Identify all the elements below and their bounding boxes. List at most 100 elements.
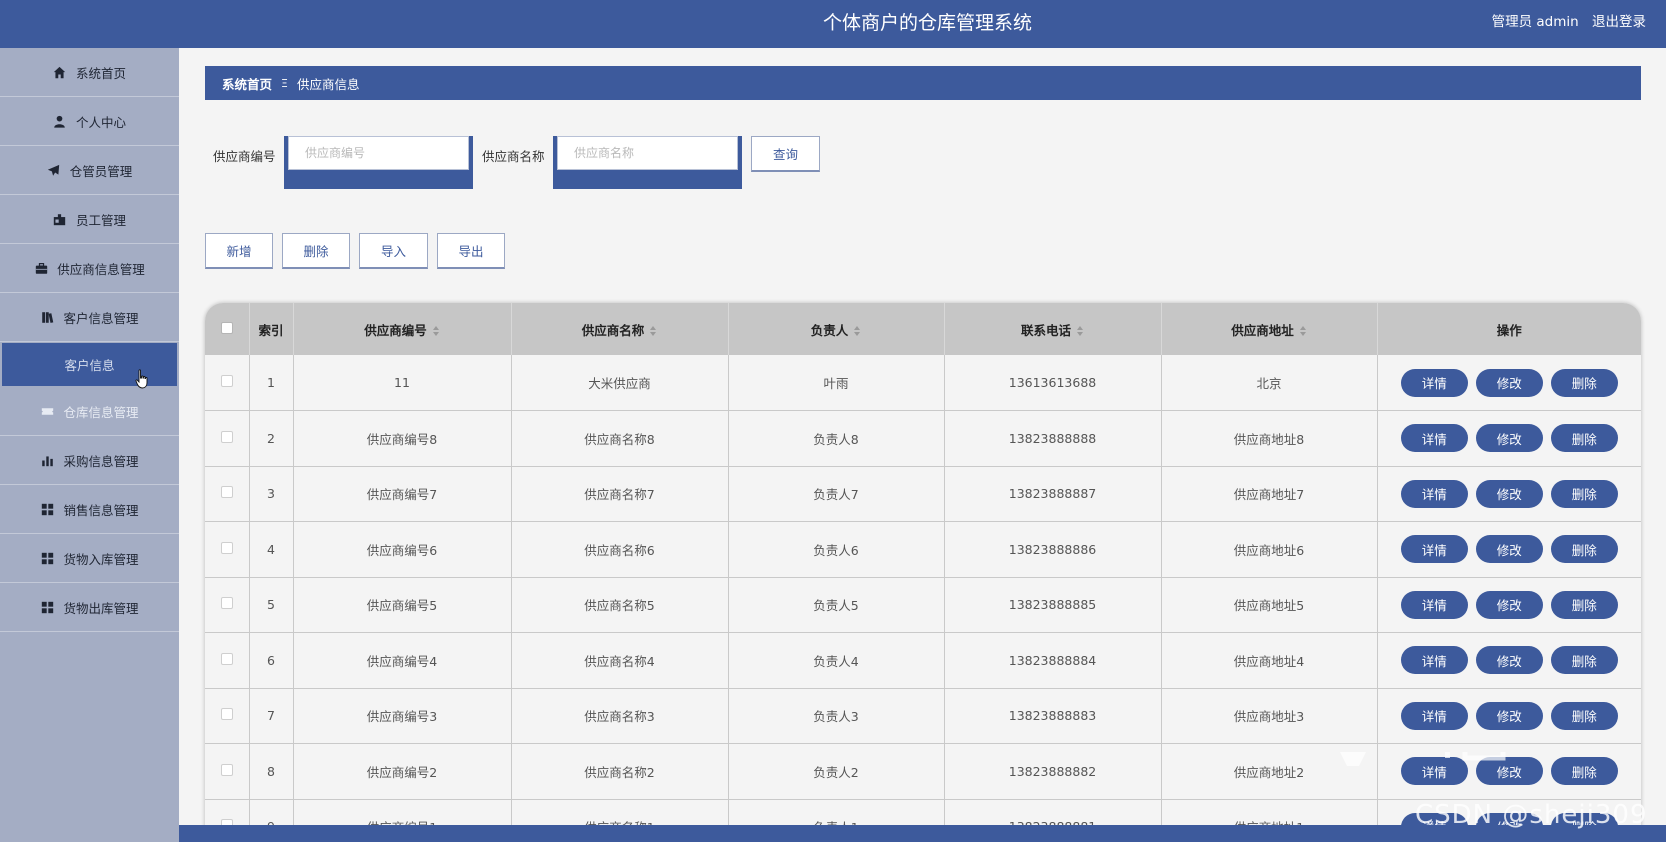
cell-address: 北京 xyxy=(1161,355,1378,411)
supplier-code-input[interactable] xyxy=(288,136,469,170)
row-delete-button[interactable]: 删除 xyxy=(1550,646,1618,675)
import-button[interactable]: 导入 xyxy=(359,233,428,269)
export-button[interactable]: 导出 xyxy=(437,233,505,269)
detail-button[interactable]: 详情 xyxy=(1400,424,1468,453)
row-checkbox[interactable] xyxy=(220,763,233,776)
column-header-phone[interactable]: 联系电话 xyxy=(944,303,1162,355)
sidebar-item-home[interactable]: 系统首页 xyxy=(0,48,179,97)
sidebar-item-supplier[interactable]: 供应商信息管理 xyxy=(0,244,179,293)
cell-operations: 详情修改删除 xyxy=(1377,577,1641,633)
detail-button[interactable]: 详情 xyxy=(1400,757,1468,786)
sidebar-item-profile[interactable]: 个人中心 xyxy=(0,97,179,146)
cell-person-in-charge: 负责人6 xyxy=(728,521,945,578)
supplier-name-input[interactable] xyxy=(557,136,738,170)
cell-supplier-code: 供应商编号4 xyxy=(293,632,512,689)
detail-button[interactable]: 详情 xyxy=(1400,590,1468,619)
query-button[interactable]: 查询 xyxy=(751,136,820,172)
sidebar-item-outbound[interactable]: 货物出库管理 xyxy=(0,583,179,632)
row-checkbox[interactable] xyxy=(220,541,233,554)
detail-button[interactable]: 详情 xyxy=(1400,535,1468,564)
sidebar-subitem-customer-info[interactable]: 客户信息 xyxy=(2,343,177,389)
row-delete-button[interactable]: 删除 xyxy=(1550,535,1618,564)
row-delete-button[interactable]: 删除 xyxy=(1550,368,1618,397)
cell-supplier-name: 供应商名称3 xyxy=(511,688,729,744)
sidebar-item-label: 系统首页 xyxy=(75,65,126,81)
cell-phone: 13823888884 xyxy=(944,632,1162,689)
column-header-supplier-code[interactable]: 供应商编号 xyxy=(293,303,512,355)
edit-button[interactable]: 修改 xyxy=(1475,479,1543,508)
row-checkbox[interactable] xyxy=(220,375,233,387)
row-checkbox[interactable] xyxy=(220,597,233,610)
cell-operations: 详情修改删除 xyxy=(1377,466,1641,522)
detail-button[interactable]: 详情 xyxy=(1400,479,1468,508)
sort-icon[interactable] xyxy=(1077,326,1084,336)
sort-icon[interactable] xyxy=(432,326,440,336)
sidebar-item-customer[interactable]: 客户信息管理 xyxy=(0,293,179,342)
edit-button[interactable]: 修改 xyxy=(1475,535,1543,564)
cell-operations: 详情修改删除 xyxy=(1377,521,1641,578)
sort-icon[interactable] xyxy=(1299,326,1307,336)
sidebar-nav: 系统首页 个人中心 仓管员管理 员工管理 供应商信息管理 客户信息管理 客户信息 xyxy=(0,48,179,842)
breadcrumb-home-link[interactable]: 系统首页 xyxy=(222,74,272,93)
sidebar-item-sales[interactable]: 销售信息管理 xyxy=(0,485,179,534)
row-checkbox[interactable] xyxy=(220,708,233,721)
cell-index: 7 xyxy=(249,688,294,744)
row-select-cell xyxy=(205,410,250,467)
row-checkbox[interactable] xyxy=(220,486,233,499)
cell-supplier-code: 供应商编号6 xyxy=(293,521,512,578)
detail-button[interactable]: 详情 xyxy=(1400,368,1468,397)
cell-operations: 详情修改删除 xyxy=(1377,410,1641,467)
cell-index: 6 xyxy=(249,632,294,689)
batch-delete-button[interactable]: 删除 xyxy=(282,233,350,269)
cell-address: 供应商地址5 xyxy=(1161,577,1378,633)
cell-address: 供应商地址6 xyxy=(1161,521,1378,578)
sidebar-item-inbound[interactable]: 货物入库管理 xyxy=(0,534,179,583)
column-header-supplier-name[interactable]: 供应商名称 xyxy=(511,303,729,355)
bottom-strip xyxy=(179,825,1666,842)
cell-operations: 详情修改删除 xyxy=(1377,688,1641,744)
sidebar-item-label: 销售信息管理 xyxy=(63,502,139,518)
cell-person-in-charge: 叶雨 xyxy=(728,355,945,411)
edit-button[interactable]: 修改 xyxy=(1475,368,1543,397)
row-delete-button[interactable]: 删除 xyxy=(1550,590,1618,619)
bar-chart-icon xyxy=(40,453,54,467)
sidebar-item-warehouse-keeper[interactable]: 仓管员管理 xyxy=(0,146,179,195)
add-button[interactable]: 新增 xyxy=(205,233,273,269)
edit-button[interactable]: 修改 xyxy=(1475,424,1543,453)
supplier-name-label: 供应商名称 xyxy=(482,149,545,164)
sidebar-item-employee[interactable]: 员工管理 xyxy=(0,195,179,244)
edit-button[interactable]: 修改 xyxy=(1475,646,1543,675)
sidebar-item-warehouse-info[interactable]: 仓库信息管理 xyxy=(0,387,179,436)
row-delete-button[interactable]: 删除 xyxy=(1550,479,1618,508)
sidebar-item-label: 供应商信息管理 xyxy=(57,261,145,277)
cell-operations: 详情修改删除 xyxy=(1377,632,1641,689)
column-header-person-in-charge[interactable]: 负责人 xyxy=(728,303,945,355)
cell-index: 3 xyxy=(249,466,294,522)
edit-button[interactable]: 修改 xyxy=(1475,701,1543,730)
sidebar-item-label: 仓管员管理 xyxy=(69,163,133,179)
briefcase-icon xyxy=(34,261,48,275)
row-delete-button[interactable]: 删除 xyxy=(1550,757,1618,786)
table-header-row: 索引 供应商编号 供应商名称 负责人 联系电话 供应商地址 操作 xyxy=(205,303,1641,355)
sidebar-item-label: 客户信息管理 xyxy=(63,310,139,326)
cell-supplier-name: 供应商名称8 xyxy=(511,410,729,467)
row-checkbox[interactable] xyxy=(220,652,233,665)
detail-button[interactable]: 详情 xyxy=(1400,701,1468,730)
cell-phone: 13823888883 xyxy=(944,688,1162,744)
select-all-checkbox[interactable] xyxy=(220,321,233,334)
edit-button[interactable]: 修改 xyxy=(1475,757,1543,786)
edit-button[interactable]: 修改 xyxy=(1475,590,1543,619)
logout-link[interactable]: 退出登录 xyxy=(1592,14,1646,30)
sidebar-item-purchase[interactable]: 采购信息管理 xyxy=(0,436,179,485)
select-all-cell xyxy=(205,303,250,355)
sort-icon[interactable] xyxy=(854,326,861,336)
row-delete-button[interactable]: 删除 xyxy=(1550,424,1618,453)
row-checkbox[interactable] xyxy=(220,430,233,443)
cell-person-in-charge: 负责人2 xyxy=(728,743,945,800)
row-delete-button[interactable]: 删除 xyxy=(1550,701,1618,730)
detail-button[interactable]: 详情 xyxy=(1400,646,1468,675)
column-header-label: 索引 xyxy=(258,322,284,338)
cell-index: 5 xyxy=(249,577,294,633)
column-header-address[interactable]: 供应商地址 xyxy=(1161,303,1378,355)
sort-icon[interactable] xyxy=(650,326,657,336)
